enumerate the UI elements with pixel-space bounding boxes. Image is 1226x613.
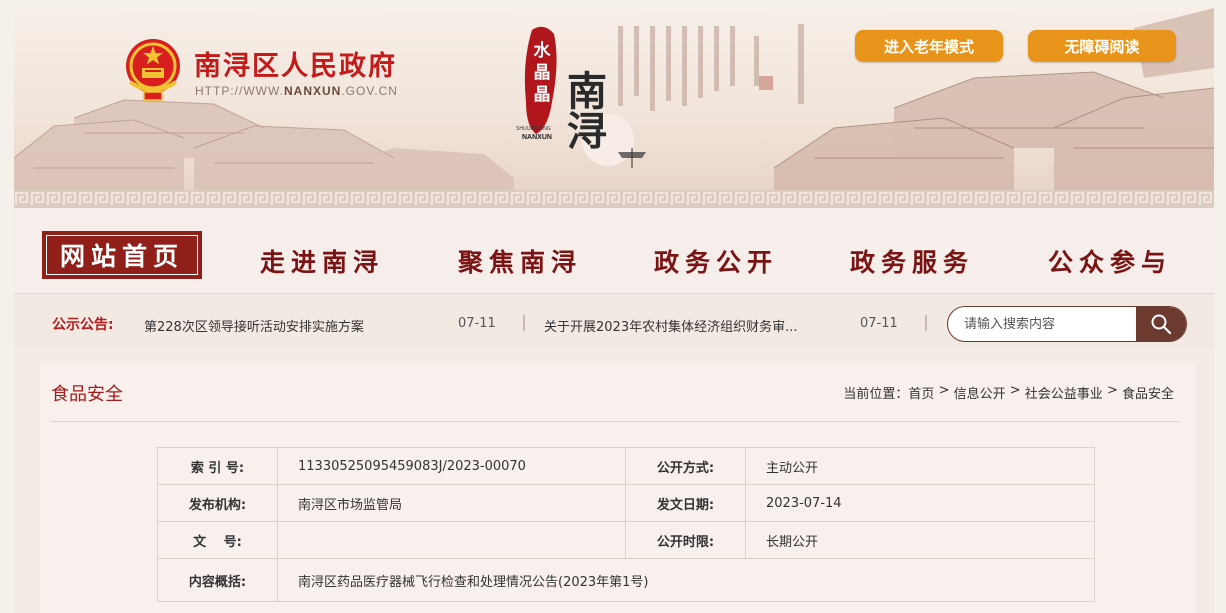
notice-item-title[interactable]: 关于开展2023年农村集体经济组织财务审... (544, 316, 797, 335)
summary-value: 南浔区药品医疗器械飞行检查和处理情况公告(2023年第1号) (277, 558, 1095, 602)
table-row: 内容概括: 南浔区药品医疗器械飞行检查和处理情况公告(2023年第1号) (157, 558, 1095, 602)
national-emblem-icon (126, 39, 180, 101)
publish-mode-label: 公开方式: (625, 447, 746, 485)
nav-item-about[interactable]: 走进南浔 (242, 239, 402, 283)
publish-period-value: 长期公开 (745, 521, 1095, 559)
issue-date-value: 2023-07-14 (745, 484, 1095, 522)
page: 南浔区人民政府 HTTP://WWW.NANXUN.GOV.CN 水晶晶 SHU… (14, 8, 1214, 613)
index-no-value: 11330525095459083J/2023-00070 (277, 447, 626, 485)
table-row: 索 引 号: 11330525095459083J/2023-00070 公开方… (157, 447, 1095, 485)
breadcrumb-link-info-open[interactable]: 信息公开 (954, 383, 1006, 402)
index-no-label: 索 引 号: (157, 447, 278, 485)
accessible-reading-button[interactable]: 无障碍阅读 (1028, 30, 1176, 62)
publish-mode-value: 主动公开 (745, 447, 1095, 485)
search-button[interactable] (1136, 307, 1186, 341)
publish-period-label: 公开时限: (625, 521, 746, 559)
nanxun-logo: 水晶晶 SHUIJINGJING NANXUN 南浔 (514, 22, 654, 190)
table-row: 发布机构: 南浔区市场监管局 发文日期: 2023-07-14 (157, 484, 1095, 522)
notice-item-title[interactable]: 第228次区领导接听活动安排实施方案 (144, 316, 364, 335)
breadcrumb-prefix: 当前位置： (843, 387, 909, 402)
nav-item-gov-affairs[interactable]: 政务公开 (636, 239, 796, 283)
notice-item-date: 07-11 (860, 316, 898, 331)
site-title[interactable]: 南浔区人民政府 (194, 44, 397, 83)
fret-border (14, 190, 1214, 208)
section-divider (50, 421, 1180, 422)
doc-no-label: 文 号: (157, 521, 278, 559)
breadcrumb-link-public-welfare[interactable]: 社会公益事业 (1025, 383, 1103, 402)
logo-pinyin-1: SHUIJINGJING (516, 126, 551, 132)
elder-mode-button[interactable]: 进入老年模式 (855, 30, 1003, 62)
nav-item-home[interactable]: 网站首页 (42, 231, 202, 279)
breadcrumb-link-food-safety[interactable]: 食品安全 (1122, 383, 1174, 402)
logo-big-text: 南浔 (560, 70, 607, 150)
doc-no-value (277, 521, 626, 559)
logo-vertical-text: 水晶晶 (533, 41, 551, 105)
publisher-value: 南浔区市场监管局 (277, 484, 626, 522)
notice-bar: 公示公告: 第228次区领导接听活动安排实施方案 07-11 关于开展2023年… (14, 295, 1214, 350)
breadcrumb: 当前位置： 首页 > 信息公开 > 社会公益事业 > 食品安全 (843, 383, 1174, 402)
nav-item-focus[interactable]: 聚焦南浔 (440, 239, 600, 283)
breadcrumb-separator: > (1005, 383, 1025, 398)
nav-item-gov-services[interactable]: 政务服务 (832, 239, 992, 283)
search-box (947, 306, 1187, 342)
search-input[interactable] (948, 307, 1138, 341)
header-banner: 南浔区人民政府 HTTP://WWW.NANXUN.GOV.CN 水晶晶 SHU… (14, 8, 1214, 190)
nav-item-public-participation[interactable]: 公众参与 (1030, 239, 1190, 283)
notice-divider (523, 315, 525, 331)
logo-pinyin-2: NANXUN (522, 134, 552, 141)
content-panel: 食品安全 当前位置： 首页 > 信息公开 > 社会公益事业 > 食品安全 索 引… (40, 363, 1196, 613)
issue-date-label: 发文日期: (625, 484, 746, 522)
notice-item-date: 07-11 (458, 316, 496, 331)
site-url: HTTP://WWW.NANXUN.GOV.CN (195, 84, 398, 98)
breadcrumb-separator: > (1102, 383, 1122, 398)
document-info-table: 索 引 号: 11330525095459083J/2023-00070 公开方… (157, 447, 1095, 602)
breadcrumb-link-home[interactable]: 首页 (908, 383, 934, 402)
publisher-label: 发布机构: (157, 484, 278, 522)
search-icon (1151, 314, 1172, 335)
notice-label: 公示公告: (52, 317, 114, 333)
main-nav: 网站首页 走进南浔 聚焦南浔 政务公开 政务服务 公众参与 (14, 208, 1214, 294)
notice-divider (925, 315, 927, 331)
section-title: 食品安全 (51, 384, 123, 405)
summary-label: 内容概括: (157, 558, 278, 602)
breadcrumb-separator: > (934, 383, 954, 398)
table-row: 文 号: 公开时限: 长期公开 (157, 521, 1095, 559)
